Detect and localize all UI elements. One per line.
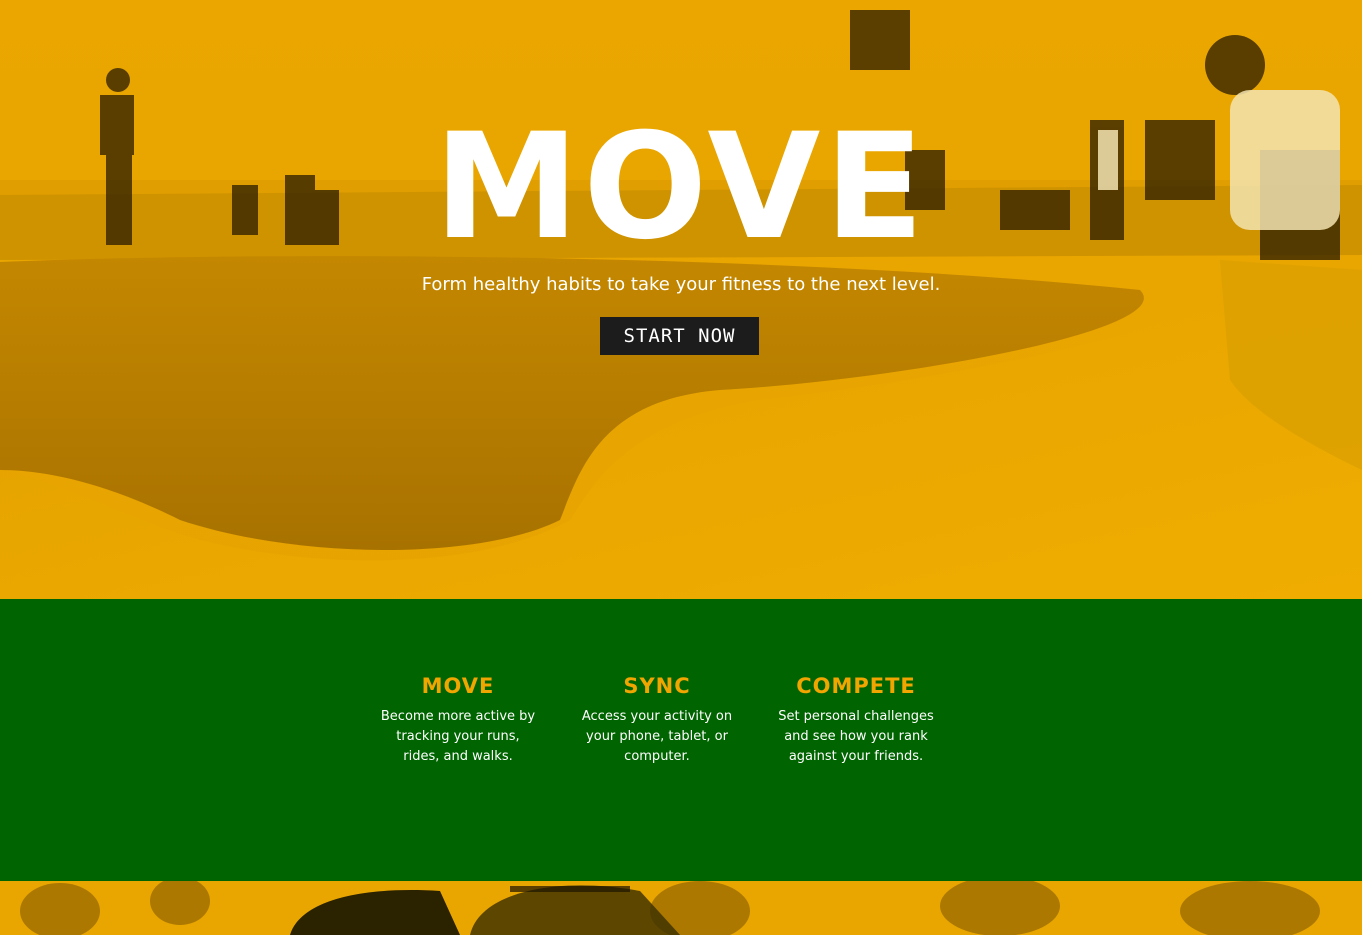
feature-description: Set personal challenges and see how you … (778, 709, 934, 764)
hero-subtitle: Form healthy habits to take your fitness… (421, 274, 941, 295)
features-section: MOVE Become more active by tracking your… (0, 599, 1362, 881)
feature-title: COMPETE (796, 674, 916, 698)
feature-title: SYNC (623, 674, 691, 698)
feature-sync: SYNC Access your activity on your phone,… (577, 673, 737, 767)
bottom-image-section (0, 881, 1362, 935)
feature-title: MOVE (421, 674, 495, 698)
feature-description: Become more active by tracking your runs… (380, 709, 536, 764)
bottom-background-image (0, 881, 1362, 935)
hero-section: MOVE Form healthy habits to take your fi… (0, 0, 1362, 599)
feature-compete: COMPETE Set personal challenges and see … (776, 673, 936, 767)
feature-move: MOVE Become more active by tracking your… (378, 673, 538, 767)
landing-page: MOVE Form healthy habits to take your fi… (0, 0, 1362, 935)
start-now-button[interactable]: START NOW (600, 317, 759, 355)
hero-title: MOVE (433, 102, 929, 272)
hero-background-image (0, 0, 1362, 599)
feature-description: Access your activity on your phone, tabl… (581, 709, 733, 764)
